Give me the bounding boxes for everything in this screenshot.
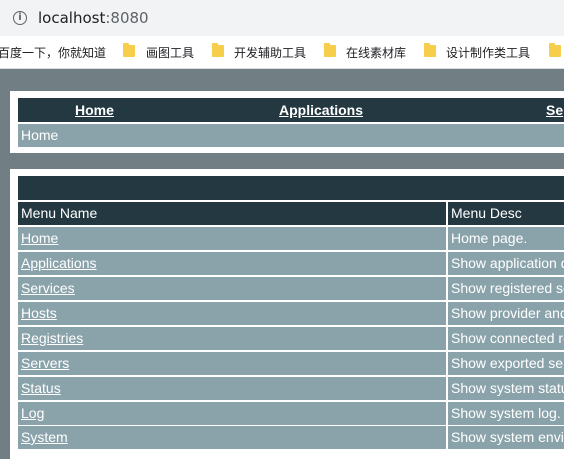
desc-registries: Show connected re	[451, 330, 564, 346]
nav-applications-link[interactable]: Applications	[279, 102, 363, 118]
url-text[interactable]: localhost:8080	[38, 9, 149, 27]
header-menu-name: Menu Name	[18, 202, 446, 225]
nav-home-link[interactable]: Home	[75, 102, 114, 118]
table-row: Servers	[18, 352, 446, 375]
table-row: Status	[18, 377, 446, 400]
info-icon[interactable]: i	[13, 11, 27, 25]
nav-bar: Home Applications Se	[18, 98, 564, 122]
menu-link-home[interactable]: Home	[21, 230, 58, 246]
bookmark-baidu[interactable]: 百度一下，你就知道	[0, 44, 106, 61]
desc-system: Show system envi	[451, 429, 564, 445]
folder-icon	[212, 43, 224, 57]
table-row: Applications	[18, 252, 446, 275]
table-cell-desc: Show connected re	[448, 327, 564, 350]
table-cell-desc: Show exported ser	[448, 352, 564, 375]
menu-link-hosts[interactable]: Hosts	[21, 305, 57, 321]
address-bar[interactable]: i localhost:8080	[0, 0, 564, 36]
header-menu-desc: Menu Desc	[448, 202, 564, 225]
table-row: Services	[18, 277, 446, 300]
folder-icon	[123, 43, 135, 57]
desc-services: Show registered se	[451, 280, 564, 296]
table-row: System	[18, 426, 446, 449]
breadcrumb: Home	[18, 124, 564, 147]
menu-link-servers[interactable]: Servers	[21, 355, 69, 371]
url-host: localhost	[38, 9, 106, 27]
nav-panel: Home Applications Se Home	[10, 91, 564, 153]
desc-hosts: Show provider and	[451, 305, 564, 321]
nav-services-link[interactable]: Se	[546, 102, 563, 118]
menu-link-registries[interactable]: Registries	[21, 330, 83, 346]
bookmark-draw-tools[interactable]: 画图工具	[146, 44, 194, 61]
table-cell-desc: Show registered se	[448, 277, 564, 300]
folder-icon	[324, 43, 336, 57]
table-row: Registries	[18, 327, 446, 350]
table-cell-desc: Show system envi	[448, 426, 564, 449]
bookmark-dev-tools[interactable]: 开发辅助工具	[234, 44, 306, 61]
breadcrumb-home: Home	[21, 127, 59, 143]
menu-link-log[interactable]: Log	[21, 405, 44, 421]
bookmark-design-tools[interactable]: 设计制作类工具	[446, 44, 530, 61]
bookmarks-bar: 百度一下，你就知道 画图工具 开发辅助工具 在线素材库 设计制作类工具	[0, 36, 564, 69]
desc-log: Show system log.	[451, 405, 561, 421]
table-row: Hosts	[18, 302, 446, 325]
table-cell-desc: Home page.	[448, 227, 564, 250]
header-menu-name-label: Menu Name	[21, 205, 98, 221]
folder-icon	[424, 43, 436, 57]
menu-link-status[interactable]: Status	[21, 380, 61, 396]
desc-applications: Show application d	[451, 255, 564, 271]
table-row: Home	[18, 227, 446, 250]
table-row: Log	[18, 402, 446, 425]
menu-link-applications[interactable]: Applications	[21, 255, 97, 271]
table-cell-desc: Show system log.	[448, 402, 564, 425]
url-port: :8080	[105, 9, 149, 27]
bookmark-assets[interactable]: 在线素材库	[346, 44, 406, 61]
desc-home: Home page.	[451, 230, 528, 246]
folder-icon	[549, 43, 561, 57]
table-title-bar	[18, 176, 564, 200]
menu-link-services[interactable]: Services	[21, 280, 75, 296]
menu-table-panel: Menu Name Menu Desc Home Home page. Appl…	[10, 169, 564, 459]
desc-status: Show system statu	[451, 380, 564, 396]
header-menu-desc-label: Menu Desc	[451, 205, 522, 221]
table-cell-desc: Show application d	[448, 252, 564, 275]
table-cell-desc: Show system statu	[448, 377, 564, 400]
table-cell-desc: Show provider and	[448, 302, 564, 325]
desc-servers: Show exported ser	[451, 355, 564, 371]
menu-link-system[interactable]: System	[21, 429, 68, 445]
